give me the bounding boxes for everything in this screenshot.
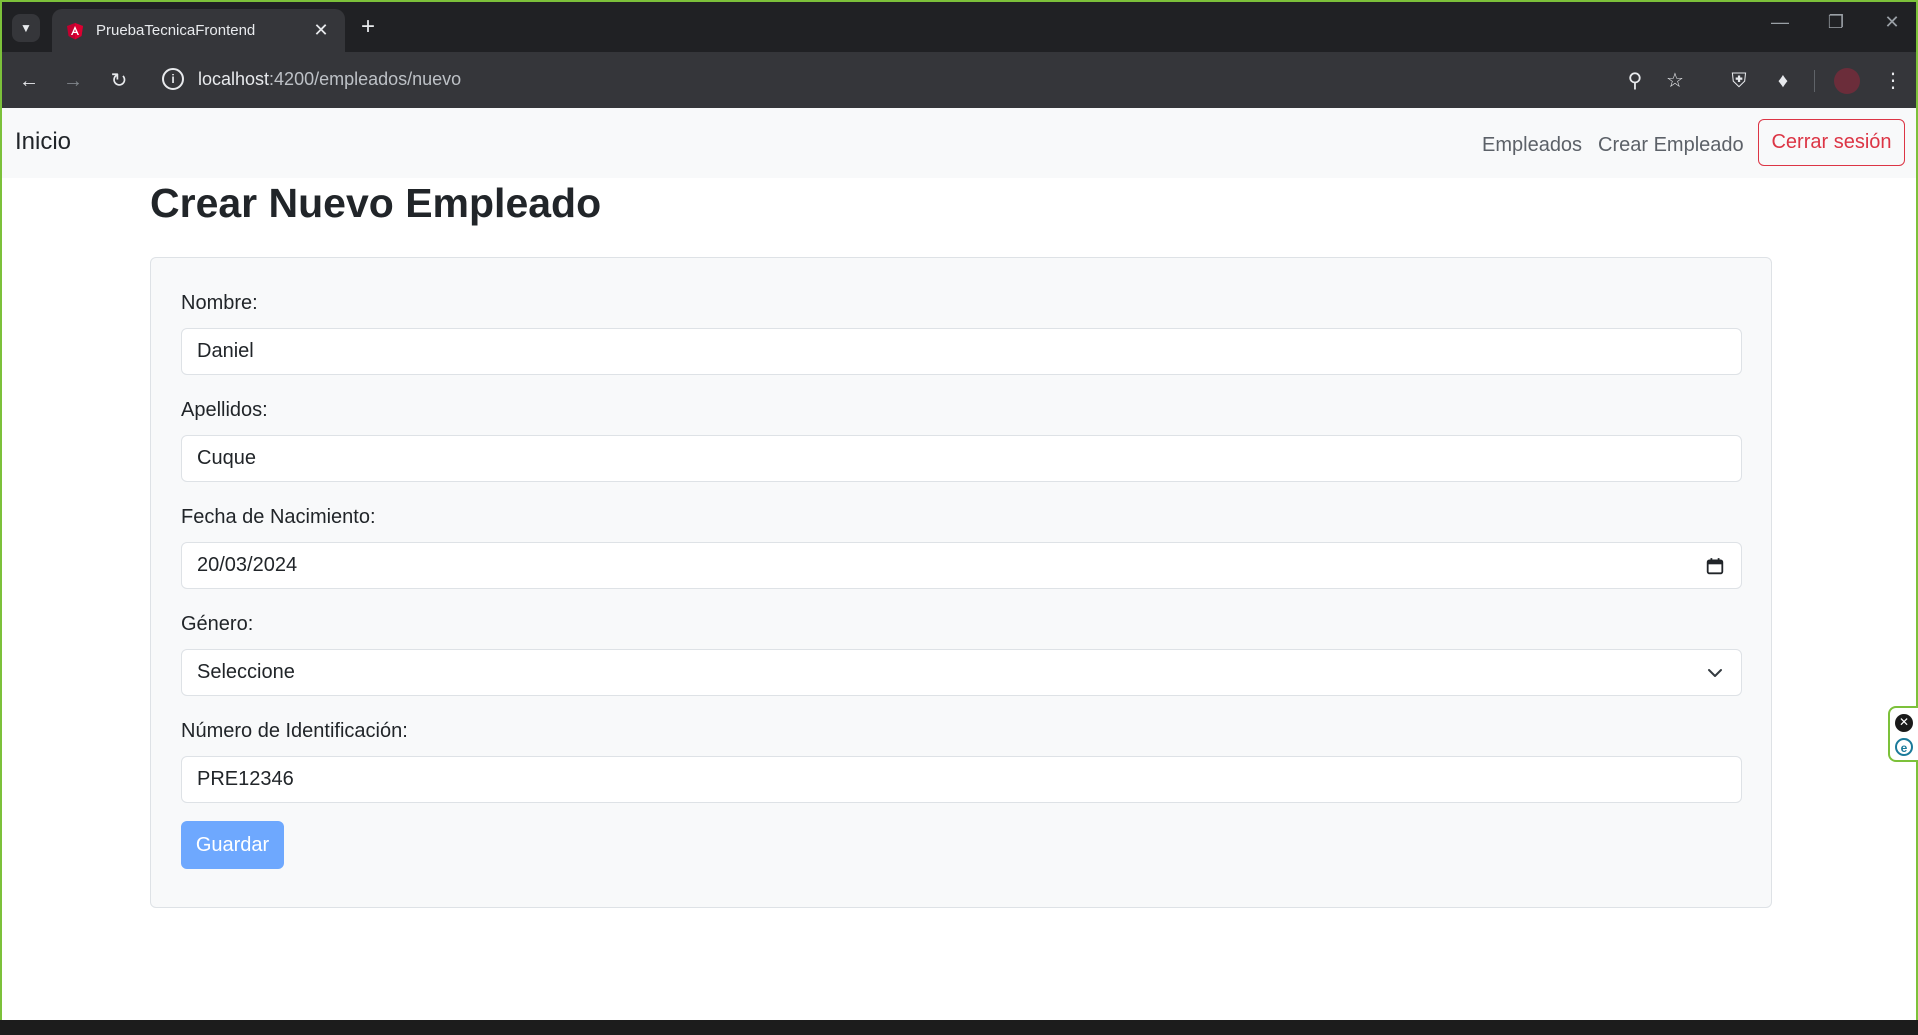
- url-path: :4200/empleados/nuevo: [269, 69, 462, 89]
- extension-side-widget: ✕ e: [1888, 706, 1918, 762]
- nombre-input[interactable]: Daniel: [181, 328, 1742, 375]
- genero-select[interactable]: Seleccione: [181, 649, 1742, 696]
- logout-button[interactable]: Cerrar sesión: [1758, 119, 1905, 166]
- identificacion-input[interactable]: PRE12346: [181, 756, 1742, 803]
- bookmark-star-icon[interactable]: ☆: [1660, 66, 1690, 96]
- chevron-down-icon: [1708, 668, 1722, 677]
- employee-form-card: Nombre: Daniel Apellidos: Cuque Fecha de…: [150, 257, 1772, 908]
- calendar-icon[interactable]: [1704, 557, 1726, 575]
- angular-icon: [67, 22, 83, 39]
- back-icon[interactable]: ←: [14, 66, 44, 96]
- e-badge-icon[interactable]: e: [1895, 738, 1913, 756]
- profile-avatar[interactable]: [1834, 68, 1860, 94]
- key-icon[interactable]: ⚲: [1620, 66, 1650, 96]
- identificacion-value: PRE12346: [197, 768, 294, 790]
- page-title: Crear Nuevo Empleado: [150, 180, 602, 226]
- tab-close-icon[interactable]: ✕: [311, 20, 331, 41]
- nav-link-empleados[interactable]: Empleados: [1482, 134, 1582, 157]
- minimize-icon[interactable]: —: [1760, 12, 1800, 33]
- tab-active[interactable]: PruebaTecnicaFrontend ✕: [52, 9, 345, 52]
- extensions-icon[interactable]: ♦: [1768, 66, 1798, 96]
- url-host: localhost: [198, 69, 270, 89]
- identificacion-label: Número de Identificación:: [181, 720, 408, 742]
- toolbar-divider: [1814, 70, 1815, 92]
- nav-link-crear-empleado[interactable]: Crear Empleado: [1598, 134, 1744, 157]
- address-bar[interactable]: localhost:4200/empleados/nuevo: [198, 69, 461, 90]
- menu-kebab-icon[interactable]: ⋮: [1878, 66, 1908, 96]
- forward-icon[interactable]: →: [58, 66, 88, 96]
- page-content: Inicio Empleados Crear Empleado Cerrar s…: [2, 108, 1916, 1020]
- tab-search-icon[interactable]: ▼: [12, 14, 40, 42]
- fecha-value: 20/03/2024: [197, 554, 298, 576]
- os-taskbar: [0, 1020, 1918, 1035]
- close-circle-icon[interactable]: ✕: [1895, 714, 1913, 732]
- apellidos-value: Cuque: [197, 447, 256, 469]
- genero-value: Seleccione: [197, 661, 295, 683]
- save-button[interactable]: Guardar: [181, 821, 284, 869]
- apellidos-input[interactable]: Cuque: [181, 435, 1742, 482]
- nombre-label: Nombre:: [181, 292, 258, 314]
- reload-icon[interactable]: ↻: [104, 66, 134, 96]
- restore-icon[interactable]: ❐: [1816, 12, 1856, 33]
- site-info-icon[interactable]: i: [162, 68, 184, 90]
- app-navbar: Inicio Empleados Crear Empleado Cerrar s…: [2, 108, 1916, 178]
- fecha-label: Fecha de Nacimiento:: [181, 506, 376, 528]
- new-tab-icon[interactable]: +: [354, 14, 382, 42]
- navbar-brand[interactable]: Inicio: [15, 128, 71, 156]
- nombre-value: Daniel: [197, 340, 254, 362]
- tab-bar: ▼ PruebaTecnicaFrontend ✕ + — ❐ ✕: [2, 2, 1916, 52]
- genero-label: Género:: [181, 613, 254, 635]
- tab-title: PruebaTecnicaFrontend: [96, 22, 256, 39]
- fecha-nacimiento-input[interactable]: 20/03/2024: [181, 542, 1742, 589]
- browser-toolbar: ← → ↻ i localhost:4200/empleados/nuevo ⚲…: [2, 52, 1916, 110]
- apellidos-label: Apellidos:: [181, 399, 268, 421]
- ublock-shield-icon[interactable]: ⛨: [1724, 66, 1754, 96]
- close-window-icon[interactable]: ✕: [1872, 12, 1912, 33]
